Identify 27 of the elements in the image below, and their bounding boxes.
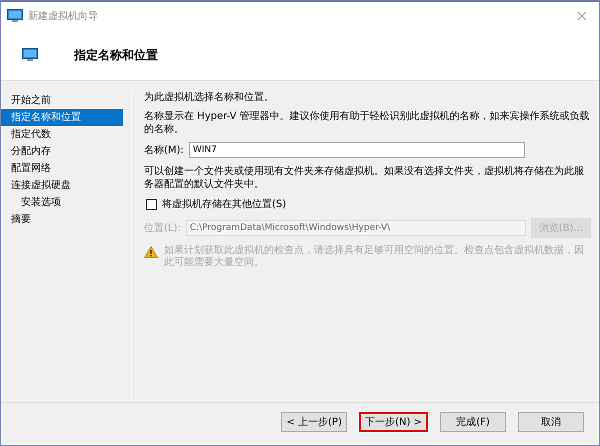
name-field[interactable]: WIN7 <box>188 142 525 158</box>
name-hint-text: 名称显示在 Hyper-V 管理器中。建议你使用有助于轻松识别此虚拟机的名称，如来宾操作系统或负载的名称。 <box>144 110 591 136</box>
sidebar-item[interactable]: 配置网络 <box>1 160 123 177</box>
checkbox[interactable] <box>146 198 157 210</box>
sidebar-item[interactable]: 指定名称和位置 <box>1 109 123 126</box>
intro-text: 为此虚拟机选择名称和位置。 <box>144 91 275 104</box>
sidebar-item[interactable]: 安装选项 <box>1 194 123 211</box>
sidebar-item[interactable]: 摘要 <box>1 211 123 228</box>
computer-icon <box>22 48 38 62</box>
location-label: 位置(L): <box>144 222 181 235</box>
sidebar-item[interactable]: 开始之前 <box>1 92 123 109</box>
checkbox-label[interactable]: 将虚拟机存储在其他位置(S) <box>162 197 286 211</box>
wizard-button[interactable]: 完成(F) <box>440 412 506 432</box>
page-title: 指定名称和位置 <box>74 46 158 64</box>
window-title: 新建虚拟机向导 <box>28 10 98 23</box>
sidebar-item[interactable]: 连接虚拟硬盘 <box>1 177 123 194</box>
sidebar-item[interactable]: 分配内存 <box>1 143 123 160</box>
wizard-button[interactable]: 取消 <box>518 412 584 432</box>
warning-icon <box>144 246 158 258</box>
warning-text: 如果计划获取此虚拟机的检查点，请选择具有足够可用空间的位置。检查点包含虚拟机数据，因此可能需要大量空间。 <box>164 245 585 269</box>
wizard-button[interactable]: 下一步(N) > <box>359 412 428 432</box>
computer-icon <box>7 9 23 23</box>
name-label: 名称(M): <box>144 144 184 157</box>
wizard-button[interactable]: < 上一步(P) <box>281 412 348 432</box>
folder-hint-text: 可以创建一个文件夹或使用现有文件夹来存储虚拟机。如果没有选择文件夹，虚拟机将存储在为此服务器配置的默认文件夹中。 <box>144 165 585 191</box>
sidebar-item[interactable]: 指定代数 <box>1 126 123 143</box>
close-icon[interactable] <box>577 11 587 21</box>
